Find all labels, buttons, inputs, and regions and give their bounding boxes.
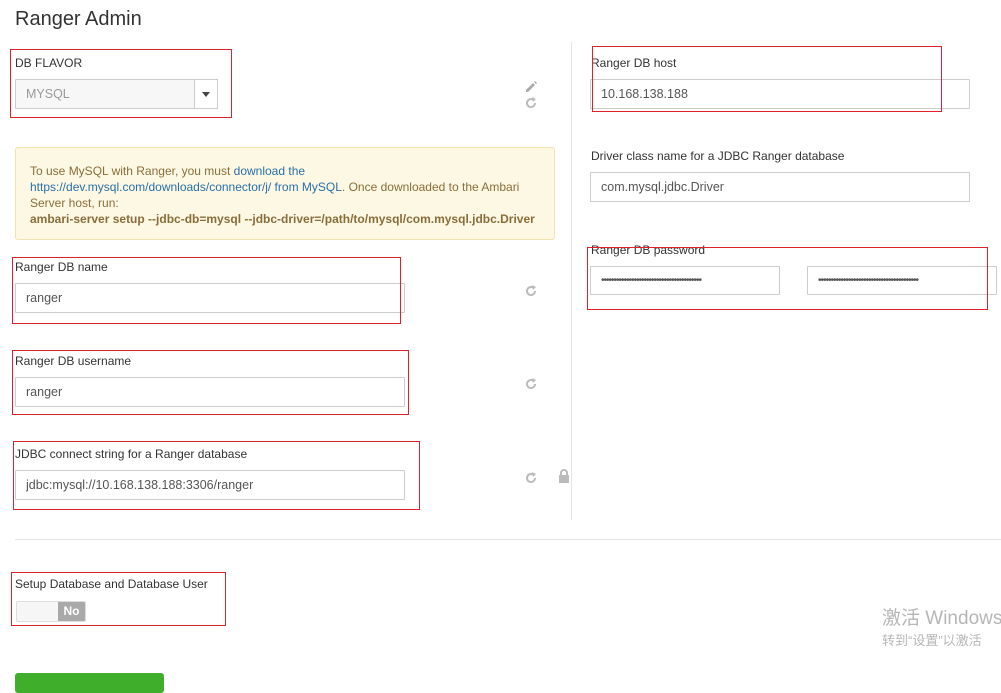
db-name-input[interactable] [15, 283, 405, 313]
windows-activation-watermark: 激活 Windows [882, 608, 1001, 629]
refresh-icon[interactable] [524, 377, 538, 391]
column-divider [571, 42, 572, 520]
jdbc-url-label: JDBC connect string for a Ranger databas… [15, 447, 248, 461]
alert-command: ambari-server setup --jdbc-db=mysql --jd… [30, 212, 535, 226]
setup-db-toggle[interactable]: No [16, 601, 86, 622]
db-password-label: Ranger DB password [591, 243, 706, 257]
refresh-icon[interactable] [524, 96, 538, 110]
caret-down-icon [202, 91, 210, 97]
db-host-label: Ranger DB host [591, 56, 677, 70]
db-flavor-label: DB FLAVOR [15, 56, 83, 70]
alert-text-before: To use MySQL with Ranger, you must [30, 164, 234, 178]
toggle-no-label: No [58, 602, 85, 621]
db-password-input[interactable] [590, 266, 780, 295]
windows-activation-hint: 转到“设置”以激活 [882, 633, 982, 648]
mysql-info-alert: To use MySQL with Ranger, you must downl… [15, 147, 555, 240]
driver-input[interactable] [590, 172, 970, 202]
lock-icon[interactable] [557, 469, 571, 483]
refresh-icon[interactable] [524, 284, 538, 298]
page-title: Ranger Admin [15, 8, 142, 30]
driver-label: Driver class name for a JDBC Ranger data… [591, 149, 845, 163]
section-divider [15, 539, 1001, 540]
refresh-icon[interactable] [524, 471, 538, 485]
db-username-label: Ranger DB username [15, 354, 132, 368]
db-flavor-select[interactable] [15, 79, 195, 109]
db-password-confirm-input[interactable] [807, 266, 997, 295]
jdbc-url-input[interactable] [15, 470, 405, 500]
next-button[interactable] [15, 673, 164, 693]
db-username-input[interactable] [15, 377, 405, 407]
pencil-icon[interactable] [524, 79, 538, 93]
db-host-input[interactable] [590, 79, 970, 109]
setup-db-label: Setup Database and Database User [15, 577, 208, 591]
db-name-label: Ranger DB name [15, 260, 108, 274]
db-flavor-dropdown-button[interactable] [194, 79, 218, 109]
